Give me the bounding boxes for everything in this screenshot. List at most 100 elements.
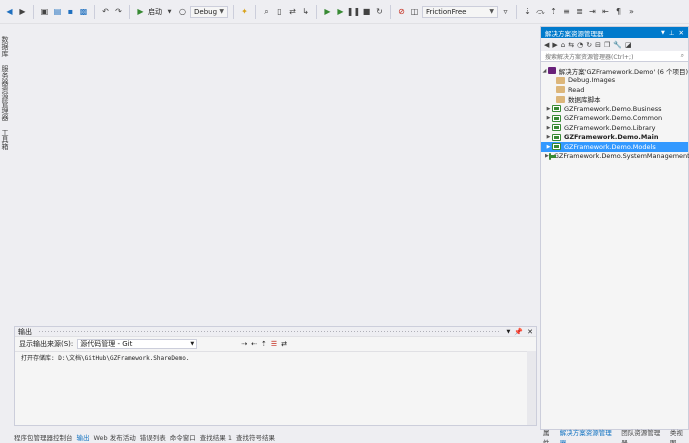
pending-changes-icon[interactable]: ◔ (577, 41, 583, 49)
show-all-files-icon[interactable]: ❐ (604, 41, 610, 49)
step-over-icon[interactable]: ⤼ (535, 6, 546, 17)
forward-icon[interactable]: ▶ (17, 6, 28, 17)
tab-properties[interactable]: 属性 (543, 427, 556, 443)
start-button[interactable]: 启动 (148, 7, 162, 17)
find-icon[interactable]: ⌕ (261, 6, 272, 17)
step-icon[interactable]: ↳ (300, 6, 311, 17)
tree-item-label: GZFramework.Demo.Common (564, 114, 663, 123)
target-select[interactable]: FrictionFree ▼ (422, 5, 498, 18)
tree-item[interactable]: ▶ GZFramework.Demo.Library (541, 123, 688, 133)
chevron-down-icon: ▼ (489, 8, 494, 15)
tab-toolbox[interactable]: 工具箱 (0, 129, 10, 150)
tree-item[interactable]: Debug.Images (541, 76, 688, 86)
block-icon[interactable]: ⊘ (396, 6, 407, 17)
output-text[interactable]: 打开存储库: D:\文档\GitHub\GZFramework.ShareDem… (15, 351, 527, 425)
solution-label: 解决方案'GZFramework.Demo' (6 个项目) (558, 67, 688, 76)
outdent-icon[interactable]: ⇤ (600, 6, 611, 17)
redo-icon[interactable]: ↷ (113, 6, 124, 17)
bookmark-icon[interactable]: ▯ (274, 6, 285, 17)
new-project-icon[interactable]: ▣ (39, 6, 50, 17)
tree-item[interactable]: ▶ GZFramework.Demo.Business (541, 104, 688, 114)
output-scrollbar[interactable] (527, 351, 536, 425)
tree-item[interactable]: ▶ GZFramework.Demo.SystemManagement (541, 152, 689, 162)
output-panel: 输出 ▼ 📌 ✕ 显示输出来源(S): 源代码管理 - Git ▼ ⇢ ⇠ ⇡ … (14, 326, 537, 426)
output-title: 输出 (18, 327, 32, 336)
forward-icon[interactable]: ▶ (552, 41, 557, 49)
refresh-icon[interactable]: ↻ (586, 41, 592, 49)
indent-icon[interactable]: ⇥ (587, 6, 598, 17)
tree-item-selected[interactable]: ▶ GZFramework.Demo.Models (541, 142, 688, 152)
pin-icon[interactable]: 📌 (514, 328, 523, 336)
save-all-icon[interactable]: ▩ (78, 6, 89, 17)
find-message-icon[interactable]: ⇢ (241, 340, 247, 348)
browser-link-icon[interactable]: ✦ (239, 6, 250, 17)
tab-database[interactable]: 数据库 (0, 36, 10, 57)
tree-item[interactable]: ▶ GZFramework.Demo.Common (541, 114, 688, 124)
tab-package-manager[interactable]: 程序包管理器控制台 (14, 432, 73, 442)
toolbar-extra-icon[interactable]: ▿ (500, 6, 511, 17)
tree-item[interactable]: 数据库脚本 (541, 95, 688, 105)
chevron-down-icon[interactable]: ▼ (661, 30, 665, 36)
tab-command-window[interactable]: 命令窗口 (170, 432, 196, 442)
tab-error-list[interactable]: 错误列表 (140, 432, 166, 442)
more-icon[interactable]: » (626, 6, 637, 17)
tab-class-view[interactable]: 类视图 (670, 427, 689, 443)
chevron-down-icon[interactable]: ▼ (507, 329, 511, 335)
pause-icon[interactable]: ❚❚ (347, 6, 360, 17)
preview-icon[interactable]: ◪ (625, 41, 632, 49)
back-icon[interactable]: ◀ (544, 41, 549, 49)
collapsed-icon[interactable]: ▶ (545, 106, 552, 112)
comment-icon[interactable]: ≡ (561, 6, 572, 17)
tab-server-explorer[interactable]: 服务器资源管理器 (0, 65, 10, 121)
format-icon[interactable]: ¶ (613, 6, 624, 17)
navigate-icon[interactable]: ⇄ (287, 6, 298, 17)
tree-item[interactable]: Read (541, 85, 688, 95)
close-icon[interactable]: ✕ (679, 29, 684, 37)
step-out-icon[interactable]: ⇡ (548, 6, 559, 17)
tab-web-publish[interactable]: Web 发布活动 (94, 432, 136, 442)
properties-icon[interactable]: 🔧 (613, 41, 622, 49)
prev-message-icon[interactable]: ⇠ (251, 340, 257, 348)
uncomment-icon[interactable]: ≣ (574, 6, 585, 17)
tab-team-explorer[interactable]: 团队资源管理器 (621, 427, 666, 443)
solution-explorer-toolbar: ◀ ▶ ⌂ ⇆ ◔ ↻ ⊟ ❐ 🔧 ◪ (541, 38, 688, 51)
attach-icon[interactable]: ○ (177, 6, 188, 17)
tree-item[interactable]: ▶ GZFramework.Demo.Main (541, 133, 688, 143)
stop-icon[interactable]: ■ (361, 6, 372, 17)
next-message-icon[interactable]: ⇡ (261, 340, 267, 348)
start-icon[interactable]: ▶ (135, 6, 146, 17)
configuration-select[interactable]: Debug ▼ (190, 5, 228, 18)
word-wrap-icon[interactable]: ⇄ (281, 340, 287, 348)
expanded-icon[interactable]: ◢ (541, 68, 548, 74)
step-into-icon[interactable]: ⇣ (522, 6, 533, 17)
output-source-select[interactable]: 源代码管理 - Git ▼ (77, 338, 198, 349)
tree-item-label: 数据库脚本 (568, 96, 601, 105)
restart-icon[interactable]: ↻ (374, 6, 385, 17)
solution-search-input[interactable]: 搜索解决方案资源管理器(Ctrl+;) ⌕ (541, 51, 688, 62)
home-icon[interactable]: ⌂ (561, 41, 565, 49)
collapsed-icon[interactable]: ▶ (545, 115, 552, 121)
csharp-project-icon (552, 124, 561, 132)
undo-icon[interactable]: ↶ (100, 6, 111, 17)
tab-output[interactable]: 输出 (77, 432, 90, 442)
tab-find-results[interactable]: 查找结果 1 (200, 432, 232, 442)
back-icon[interactable]: ◀ (4, 6, 15, 17)
collapse-all-icon[interactable]: ⊟ (595, 41, 601, 49)
collapsed-icon[interactable]: ▶ (545, 134, 552, 140)
target-icon[interactable]: ◫ (409, 6, 420, 17)
open-file-icon[interactable]: ▤ (52, 6, 63, 17)
solution-root[interactable]: ◢ 解决方案'GZFramework.Demo' (6 个项目) (541, 66, 688, 76)
clear-all-icon[interactable]: ☰ (271, 340, 277, 348)
sync-icon[interactable]: ⇆ (568, 41, 574, 49)
save-icon[interactable]: ▪ (65, 6, 76, 17)
close-icon[interactable]: ✕ (527, 328, 533, 336)
collapsed-icon[interactable]: ▶ (545, 125, 552, 131)
chevron-down-icon: ▼ (219, 8, 224, 15)
tab-solution-explorer[interactable]: 解决方案资源管理器 (560, 427, 617, 443)
tab-find-symbol[interactable]: 查找符号结果 (236, 432, 275, 442)
continue-icon[interactable]: ▶ (322, 6, 333, 17)
run-tests-icon[interactable]: ▶ (335, 6, 346, 17)
start-dropdown-icon[interactable]: ▼ (164, 6, 175, 17)
collapsed-icon[interactable]: ▶ (545, 144, 552, 150)
pin-icon[interactable]: ⊥ (669, 29, 675, 37)
